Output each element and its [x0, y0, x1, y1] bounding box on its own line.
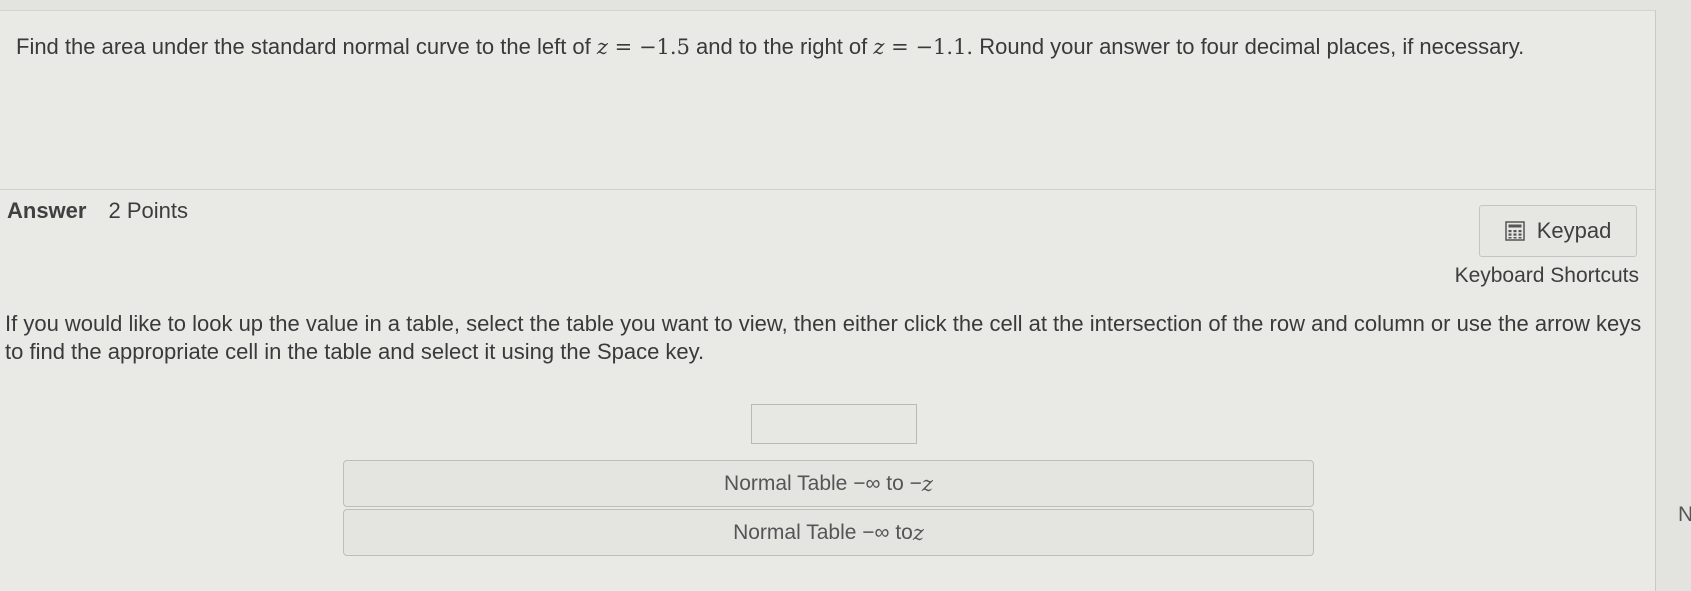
z1-equals: = — [607, 35, 639, 59]
cropped-edge-text: N — [1678, 503, 1691, 526]
normal-table-z-label: Normal Table −∞ to — [733, 520, 913, 544]
question-text-mid: and to the right of — [689, 34, 874, 59]
answer-header: Answer 2 Points — [7, 198, 188, 224]
calculator-icon — [1504, 221, 1525, 241]
points-label: 2 Points — [108, 198, 188, 223]
normal-table-z-variable: z — [912, 520, 924, 545]
z1-variable: z — [596, 35, 608, 59]
z1-expression: z = −1.5 — [597, 35, 690, 59]
z2-expression: z = −1.1. — [873, 35, 973, 59]
normal-table-neg-z-button[interactable]: Normal Table −∞ to − z — [343, 460, 1314, 507]
answer-input[interactable] — [751, 404, 917, 444]
question-text-after: Round your answer to four decimal places… — [973, 34, 1525, 59]
z1-value: −1.5 — [638, 35, 690, 59]
z2-equals: = — [884, 35, 916, 59]
keypad-label: Keypad — [1536, 218, 1612, 243]
normal-table-neg-z-variable: z — [921, 471, 933, 496]
normal-table-neg-z-label: Normal Table −∞ to − — [724, 471, 922, 495]
z2-value: −1.1. — [915, 35, 974, 59]
question-text: Find the area under the standard normal … — [16, 33, 1626, 61]
answer-label: Answer — [7, 198, 87, 223]
z2-variable: z — [873, 35, 885, 59]
question-text-before: Find the area under the standard normal … — [16, 34, 597, 59]
section-divider — [0, 189, 1655, 190]
table-instructions: If you would like to look up the value i… — [5, 311, 1642, 364]
normal-table-z-button[interactable]: Normal Table −∞ to z — [343, 509, 1314, 556]
keyboard-shortcuts-link[interactable]: Keyboard Shortcuts — [1455, 264, 1639, 288]
keypad-button[interactable]: Keypad — [1479, 205, 1637, 257]
